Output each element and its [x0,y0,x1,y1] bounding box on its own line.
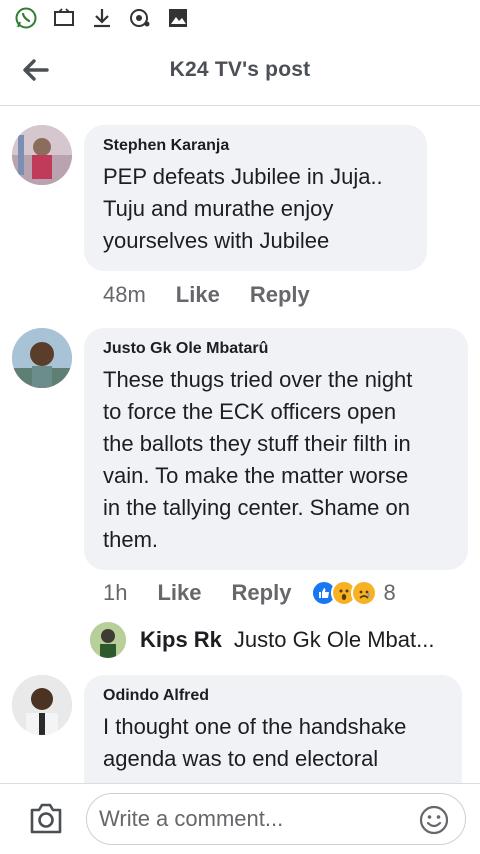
comments-list[interactable]: Stephen Karanja PEP defeats Jubilee in J… [0,107,480,783]
avatar[interactable] [12,328,72,388]
cast-icon [52,6,76,30]
comment-actions: 48m Like Reply [103,282,310,308]
avatar[interactable] [12,125,72,185]
comment-text-line: vain. To make the matter worse [103,463,409,488]
comment-text-line: These thugs tried over the night [103,367,413,392]
comment-text-line: in the tallying center. Shame on [103,495,410,520]
reply-button[interactable]: Reply [232,580,292,606]
status-bar [0,0,480,36]
avatar[interactable] [12,675,72,735]
comment-author[interactable]: Odindo Alfred [103,687,443,705]
comment-text-line: the ballots they stuff their filth in [103,431,411,456]
whatsapp-icon [14,6,38,30]
reply-preview[interactable]: Kips Rk Justo Gk Ole Mbat... [90,622,434,658]
comment-composer: Write a comment... [0,783,480,854]
sad-reaction-icon [351,580,378,606]
comment-input[interactable]: Write a comment... [86,793,466,845]
comment-actions: 1h Like Reply 8 [103,580,396,606]
comment-author[interactable]: Justo Gk Ole Mbatarû [103,340,449,358]
comment-text-line: yourselves with Jubilee [103,228,330,253]
download-icon [90,6,114,30]
comment-author[interactable]: Stephen Karanja [103,137,408,155]
emoji-icon[interactable] [419,805,449,835]
reply-button[interactable]: Reply [250,282,310,308]
gallery-icon [166,6,190,30]
comment-text: PEP defeats Jubilee in Juja.. Tuju and m… [103,161,408,257]
like-button[interactable]: Like [157,580,201,606]
post-header: K24 TV's post [0,36,480,106]
comment-bubble[interactable]: Justo Gk Ole Mbatarû These thugs tried o… [84,328,468,570]
comment-text-line: them. [103,527,159,552]
like-button[interactable]: Like [176,282,220,308]
comment-bubble[interactable]: Odindo Alfred I thought one of the hands… [84,675,462,783]
comment-time: 48m [103,282,146,307]
comment-text-line: to force the ECK officers open [103,399,397,424]
comment-text-line: PEP defeats Jubilee in Juja.. [103,164,383,189]
comment-time: 1h [103,580,128,605]
reaction-count: 8 [383,580,396,605]
comment-text-line: Tuju and murathe enjoy [103,196,334,221]
avatar[interactable] [90,622,126,658]
comment-text: These thugs tried over the night to forc… [103,364,449,556]
comment-text-line: agenda was to end electoral [103,746,379,771]
page-title: K24 TV's post [169,58,311,81]
reply-text: Justo Gk Ole Mbat... [233,627,435,652]
comment-text-line: I thought one of the handshake [103,714,407,739]
comment-input-placeholder: Write a comment... [99,806,284,831]
comment-text: I thought one of the handshake agenda wa… [103,711,443,775]
reply-author[interactable]: Kips Rk [140,627,222,653]
camera-icon[interactable] [28,802,64,836]
reactions-summary[interactable]: 8 [311,580,396,606]
comment-bubble[interactable]: Stephen Karanja PEP defeats Jubilee in J… [84,125,427,271]
notification-icon [128,6,152,30]
